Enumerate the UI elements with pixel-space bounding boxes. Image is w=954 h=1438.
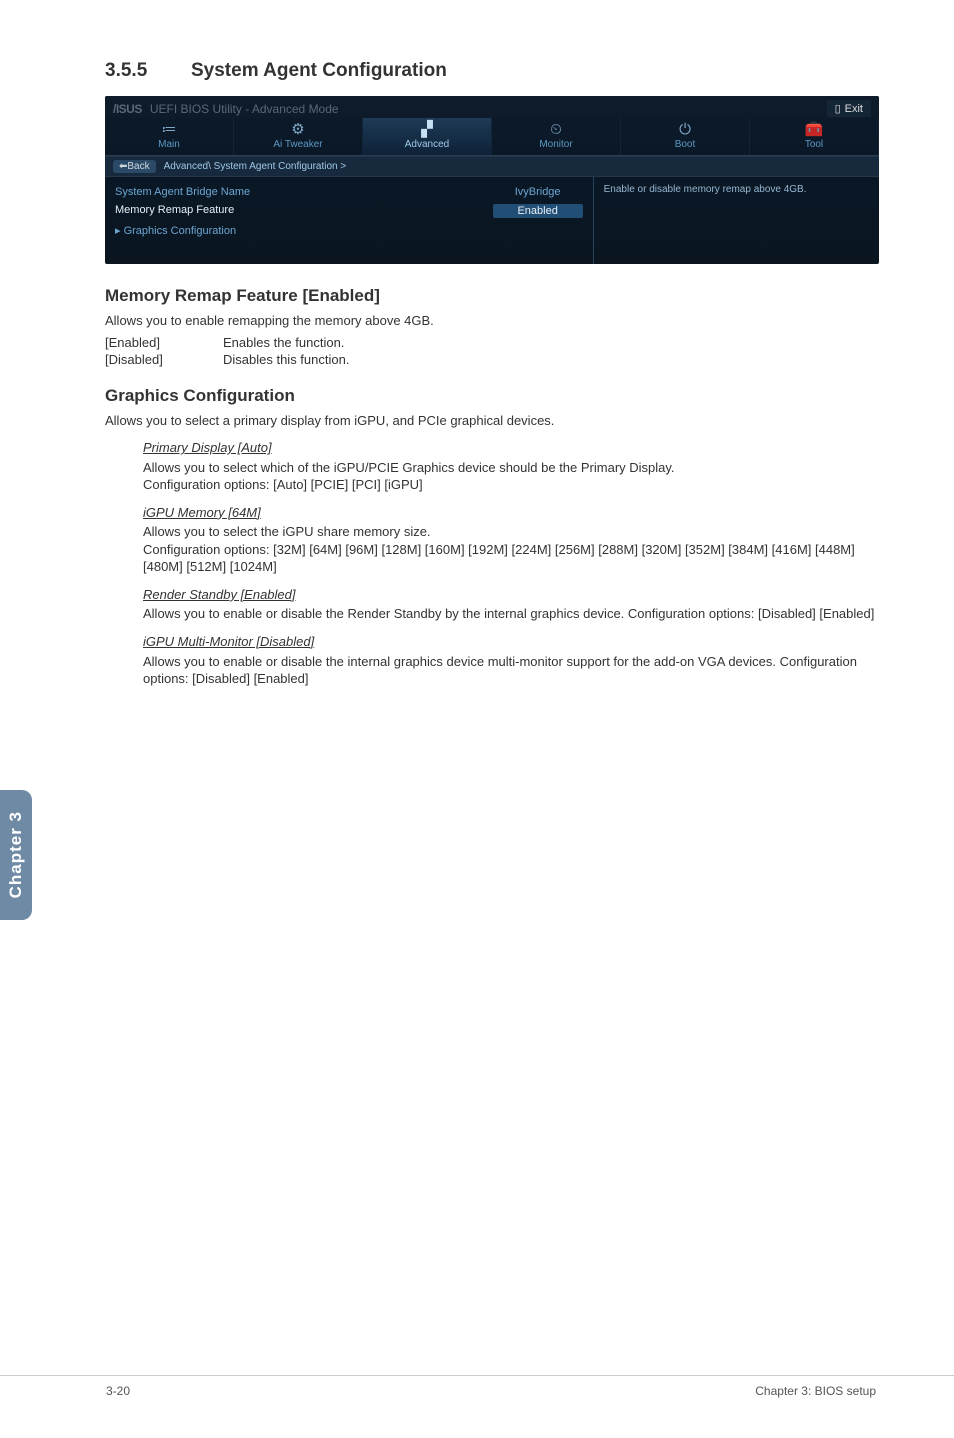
tab-label: Ai Tweaker	[273, 139, 322, 150]
tab-label: Advanced	[405, 139, 449, 150]
graphics-config-heading: Graphics Configuration	[105, 386, 879, 406]
help-text: Enable or disable memory remap above 4GB…	[604, 183, 869, 196]
back-label: Back	[127, 161, 149, 172]
bios-breadcrumb: ⬅ Back Advanced\ System Agent Configurat…	[105, 156, 879, 176]
page-footer: 3-20 Chapter 3: BIOS setup	[0, 1375, 954, 1398]
sub-igpu-multimonitor-title: iGPU Multi-Monitor [Disabled]	[143, 633, 879, 651]
bios-help-panel: Enable or disable memory remap above 4GB…	[593, 177, 879, 264]
bios-options-panel: System Agent Bridge Name IvyBridge Memor…	[105, 177, 593, 264]
section-heading: 3.5.5System Agent Configuration	[105, 60, 879, 82]
option-row-memory-remap[interactable]: Memory Remap Feature Enabled	[115, 201, 583, 221]
option-value: IvyBridge	[493, 186, 583, 198]
back-button[interactable]: ⬅ Back	[113, 160, 156, 173]
table-row: [Disabled]Disables this function.	[105, 351, 349, 368]
option-key: [Enabled]	[105, 334, 223, 351]
option-desc: Disables this function.	[223, 351, 349, 368]
tab-main[interactable]: ≔Main	[105, 118, 234, 155]
option-label: Memory Remap Feature	[115, 204, 234, 218]
power-icon: ⏻	[621, 122, 749, 138]
bios-utility-title: UEFI BIOS Utility - Advanced Mode	[150, 102, 339, 116]
section-title: System Agent Configuration	[191, 60, 447, 81]
gear-icon: ⚙	[234, 122, 362, 138]
tab-label: Monitor	[539, 139, 572, 150]
chevron-right-icon: ▸	[115, 225, 124, 237]
option-value	[493, 224, 583, 237]
tab-ai-tweaker[interactable]: ⚙Ai Tweaker	[234, 118, 363, 155]
tab-boot[interactable]: ⏻Boot	[621, 118, 750, 155]
bios-tabs: ≔Main ⚙Ai Tweaker ▞Advanced ⏲Monitor ⏻Bo…	[105, 118, 879, 156]
option-row-graphics-config[interactable]: ▸ Graphics Configuration	[115, 221, 583, 240]
memory-remap-desc: Allows you to enable remapping the memor…	[105, 312, 879, 330]
tab-label: Main	[158, 139, 180, 150]
sub-primary-display-title: Primary Display [Auto]	[143, 439, 879, 457]
tab-tool[interactable]: 🧰Tool	[750, 118, 879, 155]
exit-button[interactable]: ▯ Exit	[827, 100, 871, 117]
exit-label: Exit	[845, 103, 863, 115]
option-label: Graphics Configuration	[124, 225, 237, 237]
tab-label: Tool	[805, 139, 823, 150]
chip-icon: ▞	[363, 122, 491, 138]
bios-screenshot: /ISUS UEFI BIOS Utility - Advanced Mode …	[105, 96, 879, 264]
footer-chapter-label: Chapter 3: BIOS setup	[755, 1384, 876, 1398]
chapter-side-label: Chapter 3	[6, 811, 26, 898]
section-number: 3.5.5	[105, 60, 191, 82]
option-value[interactable]: Enabled	[493, 204, 583, 218]
option-row-bridge-name: System Agent Bridge Name IvyBridge	[115, 183, 583, 201]
sub-desc: Allows you to select the iGPU share memo…	[143, 523, 879, 541]
memory-remap-heading: Memory Remap Feature [Enabled]	[105, 286, 879, 306]
sub-desc: Configuration options: [32M] [64M] [96M]…	[143, 541, 879, 576]
footer-page-number: 3-20	[106, 1384, 130, 1398]
list-icon: ≔	[105, 122, 233, 138]
table-row: [Enabled]Enables the function.	[105, 334, 349, 351]
exit-icon: ▯	[835, 102, 841, 115]
chapter-side-tab: Chapter 3	[0, 790, 32, 920]
breadcrumb-path: Advanced\ System Agent Configuration >	[164, 161, 347, 172]
toolbox-icon: 🧰	[750, 122, 878, 138]
option-key: [Disabled]	[105, 351, 223, 368]
tab-monitor[interactable]: ⏲Monitor	[492, 118, 621, 155]
tab-advanced[interactable]: ▞Advanced	[363, 118, 492, 155]
graphics-subsections: Primary Display [Auto] Allows you to sel…	[143, 439, 879, 688]
memory-remap-options: [Enabled]Enables the function. [Disabled…	[105, 334, 349, 368]
bios-logo: /ISUS	[113, 102, 142, 116]
graphics-config-desc: Allows you to select a primary display f…	[105, 412, 879, 430]
sub-igpu-memory-title: iGPU Memory [64M]	[143, 504, 879, 522]
sub-desc: Allows you to enable or disable the inte…	[143, 653, 879, 688]
sub-desc: Allows you to enable or disable the Rend…	[143, 605, 879, 623]
sub-desc: Configuration options: [Auto] [PCIE] [PC…	[143, 476, 879, 494]
tab-label: Boot	[675, 139, 696, 150]
option-desc: Enables the function.	[223, 334, 349, 351]
option-label: System Agent Bridge Name	[115, 186, 250, 198]
bios-titlebar: /ISUS UEFI BIOS Utility - Advanced Mode …	[105, 96, 879, 118]
sub-desc: Allows you to select which of the iGPU/P…	[143, 459, 879, 477]
gauge-icon: ⏲	[492, 122, 620, 138]
sub-render-standby-title: Render Standby [Enabled]	[143, 586, 879, 604]
